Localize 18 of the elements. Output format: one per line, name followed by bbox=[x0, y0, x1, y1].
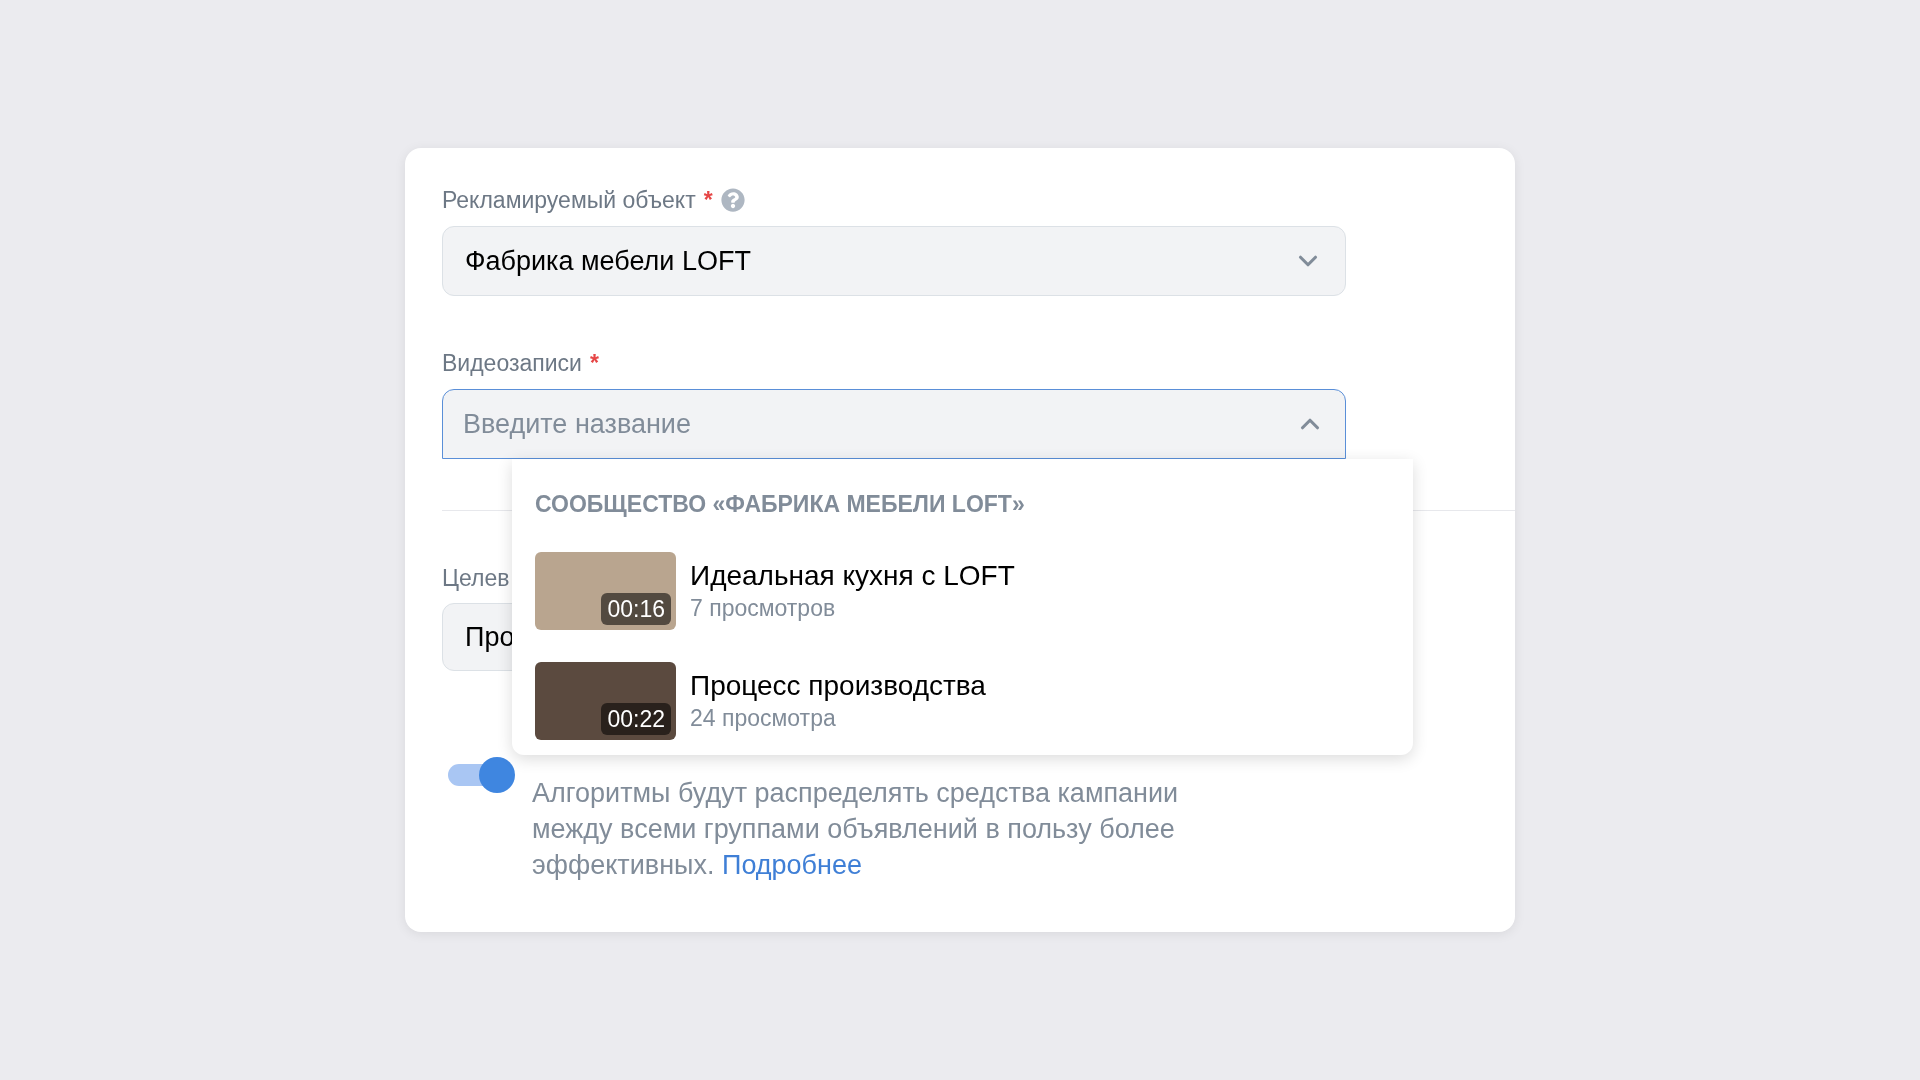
duration-badge: 00:16 bbox=[601, 593, 671, 625]
field-label: Видеозаписи bbox=[442, 348, 582, 378]
view-count: 7 просмотров bbox=[690, 594, 837, 623]
field-label: Целев bbox=[442, 563, 510, 593]
more-link[interactable]: Подробнее bbox=[721, 850, 862, 880]
view-count: 24 просмотра bbox=[690, 704, 837, 733]
video-item[interactable]: 00:22 Процесс производства 24 просмотра bbox=[535, 662, 1390, 740]
select-field[interactable]: Фабрика мебели LOFT bbox=[442, 226, 1346, 296]
field-label: Рекламируемый объект bbox=[442, 185, 696, 215]
toggle-switch[interactable] bbox=[448, 757, 515, 793]
group-heading: СООБЩЕСТВО «ФАБРИКА МЕБЕЛИ LOFT» bbox=[535, 491, 1026, 517]
video-item[interactable]: 00:16 Идеальная кухня с LOFT 7 просмотров bbox=[535, 552, 1390, 630]
duration-badge: 00:22 bbox=[601, 703, 671, 735]
required-mark: * bbox=[589, 348, 599, 378]
video-title: Идеальная кухня с LOFT bbox=[690, 559, 1015, 593]
help-icon[interactable] bbox=[720, 188, 745, 212]
required-mark: * bbox=[703, 185, 713, 215]
video-title: Процесс производства bbox=[690, 669, 986, 703]
